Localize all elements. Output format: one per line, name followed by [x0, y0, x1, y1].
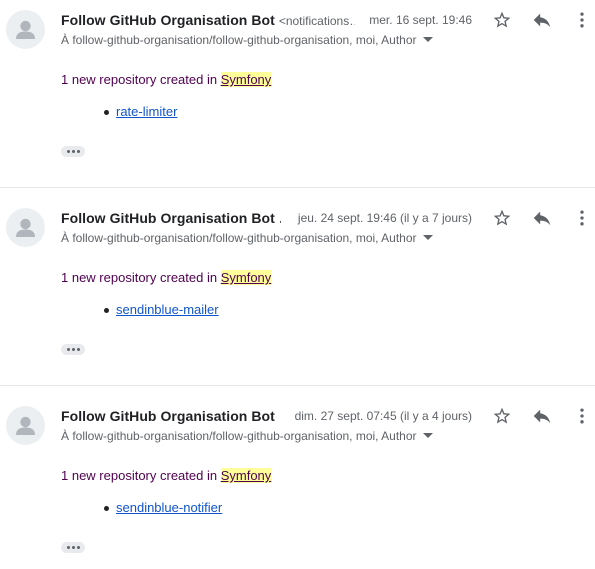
- body-text: 1 new repository created in: [61, 270, 221, 285]
- default-avatar-icon: [16, 20, 35, 39]
- more-vertical-icon: [580, 408, 584, 424]
- sender-line: Follow GitHub Organisation Bot …: [61, 208, 281, 228]
- email-message: Follow GitHub Organisation Bot … jeu. 24…: [0, 198, 595, 396]
- sender-email: <notifications…: [278, 14, 355, 28]
- repository-list-item: rate-limiter: [104, 103, 177, 121]
- caret-down-icon[interactable]: [422, 235, 433, 241]
- body-text: 1 new repository created in: [61, 72, 221, 87]
- show-trimmed-content-button[interactable]: [61, 344, 85, 355]
- sender-name[interactable]: Follow GitHub Organisation Bot …: [61, 210, 281, 226]
- star-button[interactable]: [490, 8, 514, 32]
- bullet-icon: [104, 307, 109, 313]
- repository-link[interactable]: rate-limiter: [116, 103, 177, 121]
- sender-line: Follow GitHub Organisation Bot …: [61, 406, 279, 426]
- sender-avatar[interactable]: [6, 208, 45, 247]
- recipients-line: À follow-github-organisation/follow-gith…: [61, 30, 433, 50]
- star-outline-icon: [493, 407, 511, 424]
- message-body: 1 new repository created in Symfony: [61, 467, 272, 485]
- message-divider: [0, 385, 595, 386]
- more-vertical-icon: [580, 12, 584, 28]
- organisation-link[interactable]: Symfony: [220, 468, 272, 483]
- sender-name[interactable]: Follow GitHub Organisation Bot: [61, 12, 275, 28]
- reply-button[interactable]: [530, 206, 554, 230]
- reply-button[interactable]: [530, 8, 554, 32]
- recipients-text: À follow-github-organisation/follow-gith…: [61, 33, 417, 47]
- ellipsis-icon: [66, 348, 70, 351]
- recipients-line: À follow-github-organisation/follow-gith…: [61, 426, 433, 446]
- bullet-icon: [104, 109, 109, 115]
- sender-avatar[interactable]: [6, 406, 45, 445]
- caret-down-icon[interactable]: [422, 433, 433, 439]
- show-trimmed-content-button[interactable]: [61, 542, 85, 553]
- star-button[interactable]: [490, 206, 514, 230]
- message-body: 1 new repository created in Symfony: [61, 269, 272, 287]
- repository-link[interactable]: sendinblue-mailer: [116, 301, 219, 319]
- more-vertical-icon: [580, 210, 584, 226]
- repository-list-item: sendinblue-mailer: [104, 301, 219, 319]
- reply-icon: [533, 409, 551, 424]
- repository-list-item: sendinblue-notifier: [104, 499, 222, 517]
- repository-link[interactable]: sendinblue-notifier: [116, 499, 222, 517]
- sender-avatar[interactable]: [6, 10, 45, 49]
- recipients-line: À follow-github-organisation/follow-gith…: [61, 228, 433, 248]
- bullet-icon: [104, 505, 109, 511]
- more-options-button[interactable]: [570, 206, 594, 230]
- recipients-text: À follow-github-organisation/follow-gith…: [61, 429, 417, 443]
- star-button[interactable]: [490, 404, 514, 428]
- reply-icon: [533, 13, 551, 28]
- recipients-text: À follow-github-organisation/follow-gith…: [61, 231, 417, 245]
- reply-button[interactable]: [530, 404, 554, 428]
- body-text: 1 new repository created in: [61, 468, 221, 483]
- star-outline-icon: [493, 209, 511, 226]
- default-avatar-icon: [16, 218, 35, 237]
- organisation-link[interactable]: Symfony: [220, 270, 272, 285]
- show-trimmed-content-button[interactable]: [61, 146, 85, 157]
- ellipsis-icon: [66, 546, 70, 549]
- reply-icon: [533, 211, 551, 226]
- message-body: 1 new repository created in Symfony: [61, 71, 272, 89]
- more-options-button[interactable]: [570, 404, 594, 428]
- ellipsis-icon: [66, 150, 70, 153]
- message-date[interactable]: jeu. 24 sept. 19:46 (il y a 7 jours): [298, 208, 472, 228]
- star-outline-icon: [493, 11, 511, 28]
- more-options-button[interactable]: [570, 8, 594, 32]
- message-date[interactable]: dim. 27 sept. 07:45 (il y a 4 jours): [295, 406, 472, 426]
- caret-down-icon[interactable]: [422, 37, 433, 43]
- message-date[interactable]: mer. 16 sept. 19:46: [369, 10, 472, 30]
- email-message: Follow GitHub Organisation Bot … dim. 27…: [0, 396, 595, 569]
- sender-name[interactable]: Follow GitHub Organisation Bot …: [61, 408, 279, 424]
- email-message: Follow GitHub Organisation Bot <notificat…: [0, 0, 595, 198]
- sender-line: Follow GitHub Organisation Bot <notificat…: [61, 10, 355, 30]
- default-avatar-icon: [16, 416, 35, 435]
- message-divider: [0, 187, 595, 188]
- organisation-link[interactable]: Symfony: [220, 72, 272, 87]
